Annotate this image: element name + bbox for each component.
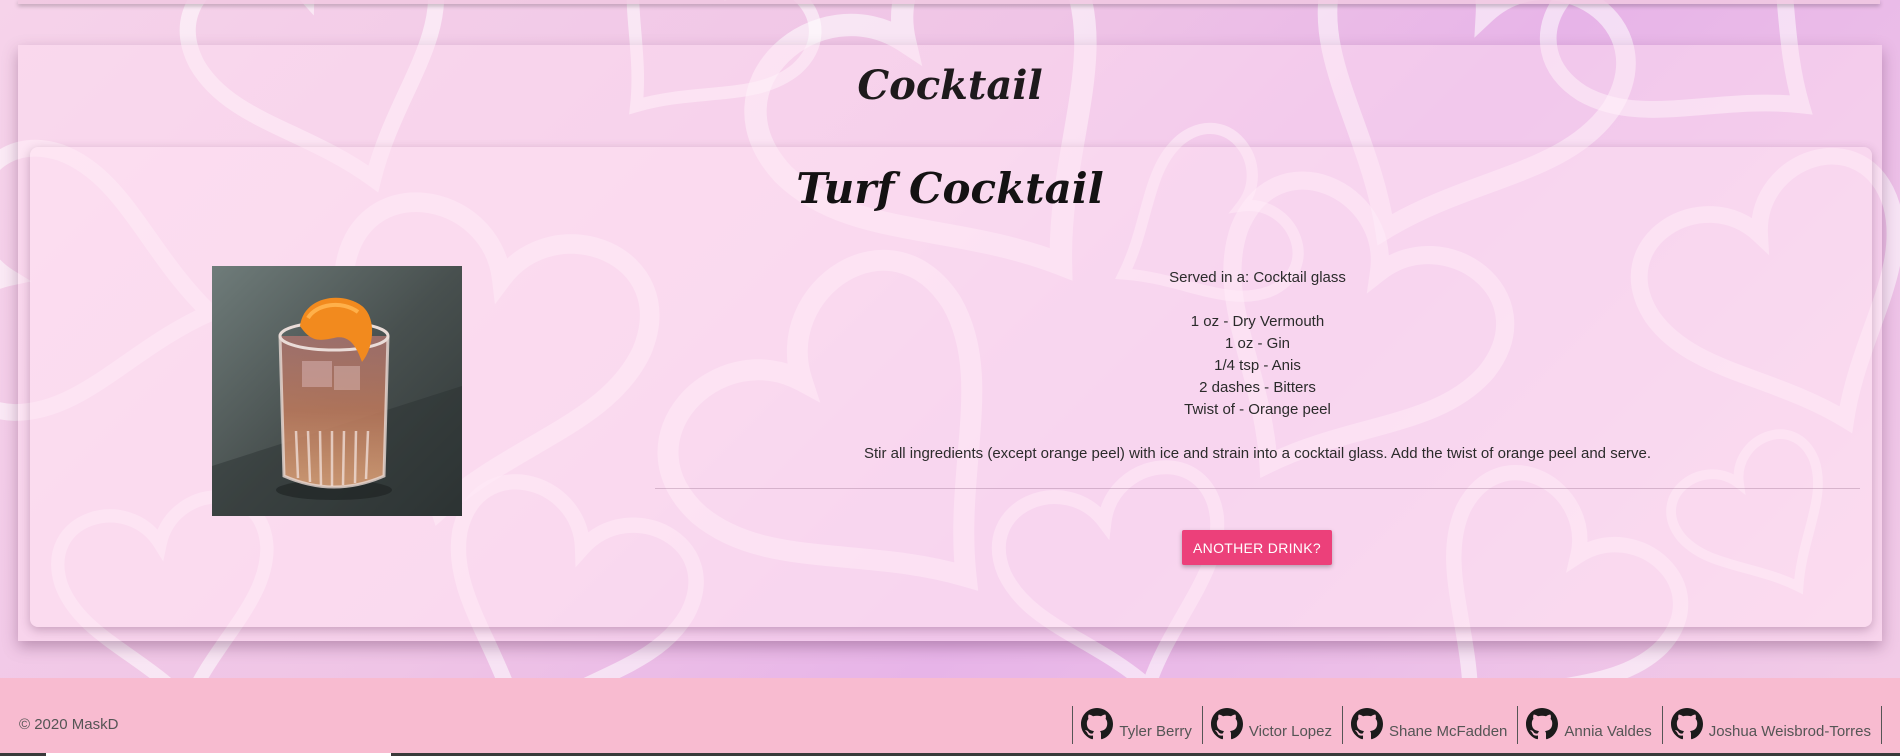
github-icon (1350, 708, 1383, 740)
instructions-text: Stir all ingredients (except orange peel… (863, 445, 1652, 462)
ingredient-list: 1 oz - Dry Vermouth 1 oz - Gin 1/4 tsp -… (655, 311, 1860, 421)
contributor-name: Victor Lopez (1248, 723, 1332, 740)
ingredient-item: 2 dashes - Bitters (1199, 379, 1316, 396)
ingredient-item: 1 oz - Dry Vermouth (1190, 313, 1325, 330)
drink-photo (212, 266, 462, 516)
contributor-name: Joshua Weisbrod-Torres (1708, 723, 1871, 740)
contributor-name: Annia Valdes (1564, 723, 1652, 740)
drink-details: Served in a: Cocktail glass 1 oz - Dry V… (655, 267, 1860, 465)
github-icon (1081, 708, 1114, 740)
drink-name: Turf Cocktail (796, 164, 1104, 213)
ingredient-item: 1 oz - Gin (1224, 335, 1291, 352)
github-icon (1526, 708, 1559, 740)
github-icon (1210, 708, 1243, 740)
contributor-link-joshua-weisbrod-torres[interactable]: Joshua Weisbrod-Torres (1661, 706, 1882, 744)
github-icon (1670, 708, 1703, 740)
contributor-links: Tyler Berry Victor Lopez Shane McFadden … (1072, 706, 1882, 746)
contributor-name: Tyler Berry (1119, 723, 1192, 740)
copyright-text: © 2020 MaskD (19, 716, 119, 733)
page-footer: © 2020 MaskD Tyler Berry Victor Lopez Sh… (0, 678, 1900, 756)
details-divider (655, 488, 1860, 489)
contributor-link-tyler-berry[interactable]: Tyler Berry (1072, 706, 1202, 744)
contributor-link-victor-lopez[interactable]: Victor Lopez (1201, 706, 1342, 744)
contributor-link-shane-mcfadden[interactable]: Shane McFadden (1341, 706, 1517, 744)
served-in-line: Served in a: Cocktail glass (1169, 269, 1346, 286)
ingredient-item: 1/4 tsp - Anis (1214, 357, 1301, 374)
another-drink-button[interactable]: ANOTHER DRINK? (1182, 530, 1332, 565)
contributor-link-annia-valdes[interactable]: Annia Valdes (1517, 706, 1661, 744)
ingredient-item: Twist of - Orange peel (1184, 401, 1331, 418)
section-title: Cocktail (857, 62, 1043, 109)
previous-section-edge (18, 0, 1880, 4)
contributor-name: Shane McFadden (1388, 723, 1508, 740)
